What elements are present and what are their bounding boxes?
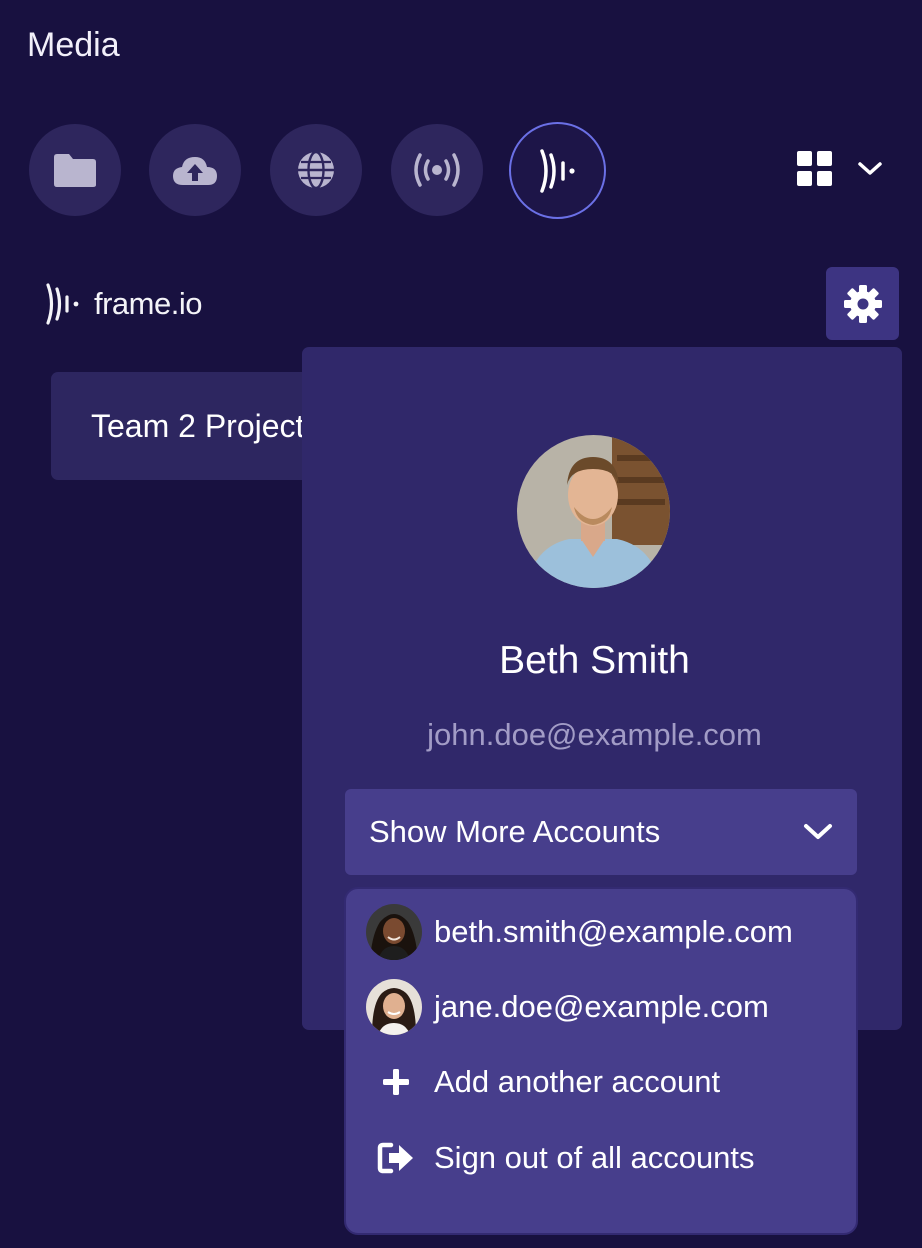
plus-icon: [383, 1069, 409, 1095]
web-source-button[interactable]: [270, 124, 362, 216]
project-label: Team 2 Project: [91, 408, 305, 444]
brand-name: frame.io: [94, 286, 202, 321]
avatar: [366, 904, 422, 960]
cloud-upload-icon: [173, 157, 217, 185]
frameio-icon: [539, 148, 575, 193]
sign-out-icon: [377, 1142, 413, 1174]
view-toggle-button[interactable]: [796, 150, 883, 187]
globe-icon: [298, 150, 334, 190]
frameio-logo-icon: [46, 283, 79, 325]
frameio-source-button[interactable]: [509, 122, 606, 219]
avatar: [517, 435, 670, 588]
add-account-label: Add another account: [434, 1064, 721, 1099]
grid-icon: [797, 151, 832, 186]
account-item[interactable]: jane.doe@example.com: [366, 979, 769, 1035]
sign-out-button[interactable]: Sign out of all accounts: [366, 1140, 755, 1176]
page-title: Media: [27, 26, 120, 64]
add-account-button[interactable]: Add another account: [366, 1064, 720, 1100]
settings-button[interactable]: [826, 267, 899, 340]
chevron-down-icon: [858, 161, 882, 175]
accounts-menu: beth.smith@example.com jane.doe@example.…: [344, 887, 858, 1235]
upload-source-button[interactable]: [149, 124, 241, 216]
user-email: john.doe@example.com: [427, 717, 762, 752]
chevron-down-icon: [804, 824, 832, 839]
sign-out-label: Sign out of all accounts: [434, 1140, 755, 1175]
account-email: beth.smith@example.com: [434, 914, 793, 949]
account-item[interactable]: beth.smith@example.com: [366, 904, 793, 960]
broadcast-icon: [414, 153, 460, 187]
frameio-logo: frame.io: [44, 283, 202, 325]
show-more-accounts-button[interactable]: Show More Accounts: [345, 789, 857, 875]
broadcast-source-button[interactable]: [391, 124, 483, 216]
folder-icon: [54, 154, 96, 187]
avatar: [366, 979, 422, 1035]
show-more-accounts-label: Show More Accounts: [369, 814, 661, 849]
gear-icon: [843, 284, 882, 323]
folder-source-button[interactable]: [29, 124, 121, 216]
account-email: jane.doe@example.com: [434, 989, 769, 1024]
user-name: Beth Smith: [499, 639, 690, 682]
